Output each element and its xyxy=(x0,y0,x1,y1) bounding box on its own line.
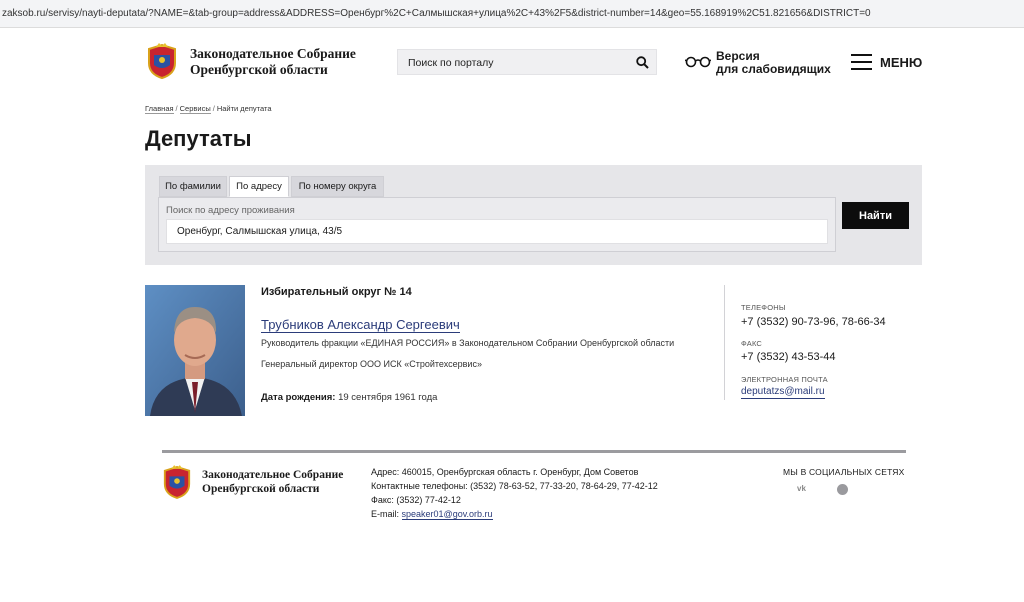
glasses-icon[interactable] xyxy=(685,56,711,68)
footer-phones: Контактные телефоны: (3532) 78-63-52, 77… xyxy=(371,481,658,491)
breadcrumb-services[interactable]: Сервисы xyxy=(179,104,211,114)
browser-address-bar[interactable]: zaksob.ru/servisy/nayti-deputata/?NAME=&… xyxy=(0,0,1024,28)
birth-date-label: Дата рождения: xyxy=(261,392,336,403)
footer-fax: Факс: (3532) 77-42-12 xyxy=(371,495,461,505)
deputy-name-link[interactable]: Трубников Александр Сергеевич xyxy=(261,317,460,333)
deputy-role: Руководитель фракции «ЕДИНАЯ РОССИЯ» в З… xyxy=(261,338,675,348)
breadcrumb: Главная / Сервисы / Найти депутата xyxy=(145,104,272,114)
find-button[interactable]: Найти xyxy=(842,202,909,229)
odnoklassniki-icon[interactable] xyxy=(837,484,848,495)
fax-value: +7 (3532) 43-53-44 xyxy=(741,351,836,363)
deputy-photo xyxy=(145,285,245,416)
birth-date-value: 19 сентября 1961 года xyxy=(338,392,438,403)
contacts-divider xyxy=(724,285,725,400)
breadcrumb-separator: / xyxy=(175,104,178,113)
menu-button[interactable]: МЕНЮ xyxy=(880,55,922,70)
tab-by-district-number[interactable]: По номеру округа xyxy=(291,176,384,197)
social-networks-title: МЫ В СОЦИАЛЬНЫХ СЕТЯХ xyxy=(783,467,905,477)
phones-label: ТЕЛЕФОНЫ xyxy=(741,303,786,312)
footer-title-line2: Оренбургской области xyxy=(202,483,320,495)
search-icon[interactable] xyxy=(636,56,649,69)
vk-icon[interactable]: vk xyxy=(797,484,806,493)
footer-title-line1: Законодательное Собрание xyxy=(202,469,344,481)
footer-email-label: E-mail: xyxy=(371,509,400,519)
breadcrumb-separator: / xyxy=(212,104,215,113)
phones-value: +7 (3532) 90-73-96, 78-66-34 xyxy=(741,316,886,328)
site-title-line2: Оренбургской области xyxy=(190,62,328,77)
deputy-job: Генеральный директор ООО ИСК «Стройтехсе… xyxy=(261,359,482,369)
vision-line2: для слабовидящих xyxy=(716,62,831,76)
hamburger-menu-icon[interactable] xyxy=(851,53,872,71)
tab-by-address[interactable]: По адресу xyxy=(229,176,289,197)
breadcrumb-home[interactable]: Главная xyxy=(145,104,174,114)
tab-by-surname[interactable]: По фамилии xyxy=(159,176,227,197)
site-title[interactable]: Законодательное Собрание Оренбургской об… xyxy=(190,46,356,78)
email-label: ЭЛЕКТРОННАЯ ПОЧТА xyxy=(741,375,828,384)
footer-address: Адрес: 460015, Оренбургская область г. О… xyxy=(371,467,639,477)
page-title: Депутаты xyxy=(145,126,252,151)
footer-email-row: E-mail: speaker01@gov.orb.ru xyxy=(371,509,493,520)
breadcrumb-current: Найти депутата xyxy=(216,104,272,113)
site-title-line1: Законодательное Собрание xyxy=(190,46,356,61)
birth-date: Дата рождения: 19 сентября 1961 года xyxy=(261,392,437,403)
search-placeholder: Поиск по порталу xyxy=(408,57,494,69)
district-number: Избирательный округ № 14 xyxy=(261,286,412,298)
address-field-label: Поиск по адресу проживания xyxy=(166,205,295,216)
footer-divider xyxy=(162,450,906,453)
address-input[interactable] xyxy=(166,219,828,244)
url-text: zaksob.ru/servisy/nayti-deputata/?NAME=&… xyxy=(2,8,871,19)
fax-label: ФАКС xyxy=(741,339,763,348)
coat-of-arms-logo[interactable] xyxy=(146,43,178,79)
footer-email-link[interactable]: speaker01@gov.orb.ru xyxy=(401,509,493,520)
portal-search-box[interactable]: Поиск по порталу xyxy=(397,49,657,75)
email-link[interactable]: deputatzs@mail.ru xyxy=(741,386,825,399)
accessibility-version-link[interactable]: Версия для слабовидящих xyxy=(716,50,831,76)
footer-site-title: Законодательное Собрание Оренбургской об… xyxy=(202,468,343,496)
footer-coat-of-arms-logo[interactable] xyxy=(162,465,192,499)
